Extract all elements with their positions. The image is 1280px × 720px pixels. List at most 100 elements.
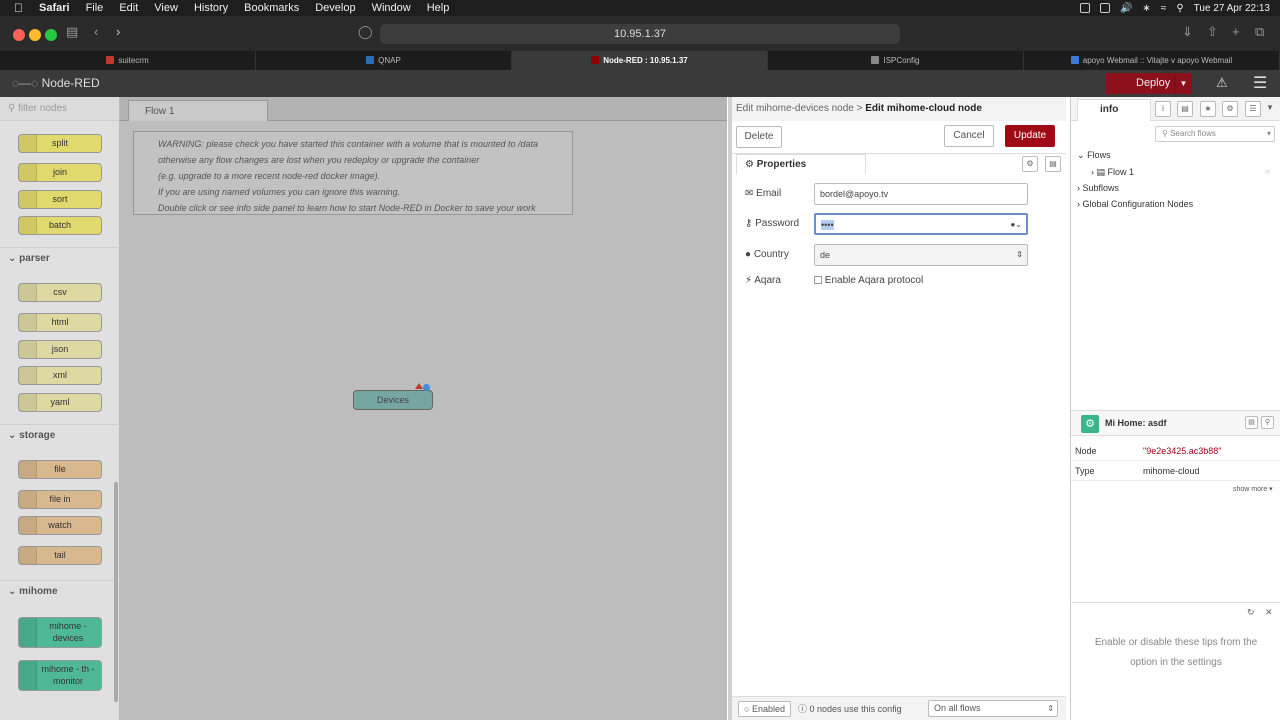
description-tab-icon[interactable]: ▤: [1045, 156, 1061, 172]
devices-node[interactable]: Devices: [353, 383, 433, 410]
node-label: Devices: [376, 395, 409, 405]
zoom-window-button[interactable]: [45, 29, 57, 41]
palette-node-xml[interactable]: xml: [18, 366, 102, 385]
bug-icon[interactable]: ★: [1200, 101, 1216, 117]
password-value: ••••: [821, 220, 834, 230]
palette-node-watch[interactable]: watch: [18, 516, 102, 535]
browser-tab-suitecrm[interactable]: suitecrm: [0, 51, 256, 70]
battery-icon[interactable]: [1099, 3, 1110, 13]
menu-history[interactable]: History: [186, 2, 236, 14]
palette-category-storage[interactable]: ⌄ storage: [0, 424, 118, 446]
bluetooth-icon[interactable]: ∗: [1142, 3, 1150, 14]
clock[interactable]: Tue 27 Apr 22:13: [1194, 3, 1270, 14]
palette-node-tail[interactable]: tail: [18, 546, 102, 565]
browser-tab-webmail[interactable]: apoyo Webmail :: Vitajte v apoyo Webmail: [1024, 51, 1280, 70]
menu-develop[interactable]: Develop: [307, 2, 363, 14]
tree-subflows[interactable]: › Subflows: [1077, 183, 1119, 193]
comment-node[interactable]: WARNING: please check you have started t…: [133, 131, 573, 215]
search-icon[interactable]: ⚲: [1176, 3, 1183, 14]
chevron-down-icon: ⌄: [8, 586, 17, 597]
forward-icon[interactable]: ›: [116, 24, 120, 39]
search-icon[interactable]: ⚲: [1261, 416, 1274, 429]
password-field[interactable]: •••• ●⌄: [814, 213, 1028, 235]
palette-node-html[interactable]: html: [18, 313, 102, 332]
palette-node-yaml[interactable]: yaml: [18, 393, 102, 412]
share-icon[interactable]: ⇧: [1207, 24, 1218, 40]
deploy-menu-icon[interactable]: ▼: [1174, 73, 1192, 94]
chevron-down-icon: ▾: [1266, 129, 1271, 138]
shield-icon[interactable]: ◯: [358, 24, 373, 40]
palette-filter-input[interactable]: ⚲ filter nodes: [0, 97, 119, 121]
password-autofill-icon[interactable]: ●⌄: [1010, 215, 1022, 235]
menu-bookmarks[interactable]: Bookmarks: [236, 2, 307, 14]
tab-info[interactable]: info: [1077, 99, 1151, 121]
tab-overview-icon[interactable]: ⧉: [1255, 24, 1264, 40]
apple-icon[interactable]: : [0, 1, 31, 15]
record-icon[interactable]: [1079, 3, 1090, 13]
browser-tab-ispconfig[interactable]: ISPConfig: [768, 51, 1024, 70]
tab-flow-1[interactable]: Flow 1: [128, 100, 268, 121]
scope-select[interactable]: On all flows ⇕: [928, 700, 1058, 717]
country-select[interactable]: de ⇕: [814, 244, 1028, 266]
minimize-window-button[interactable]: [29, 29, 41, 41]
deploy-button[interactable]: Deploy ▼: [1106, 73, 1192, 94]
gear-icon[interactable]: ⚙: [1222, 101, 1238, 117]
menu-file[interactable]: File: [78, 2, 112, 14]
copy-icon[interactable]: ▤: [1245, 416, 1258, 429]
menu-safari[interactable]: Safari: [31, 2, 78, 14]
aqara-checkbox[interactable]: [814, 276, 822, 284]
refresh-icon[interactable]: ↻: [1247, 607, 1255, 618]
delete-button[interactable]: Delete: [736, 126, 782, 148]
cancel-button[interactable]: Cancel: [944, 125, 994, 147]
wifi-icon[interactable]: ≈: [1161, 3, 1167, 14]
enabled-toggle[interactable]: ○ Enabled: [738, 701, 791, 717]
new-tab-icon[interactable]: +: [1232, 24, 1240, 39]
book-icon[interactable]: ▤: [1177, 101, 1193, 117]
palette-node-batch[interactable]: batch: [18, 216, 102, 235]
tree-global-config[interactable]: › Global Configuration Nodes: [1077, 199, 1193, 209]
tray-footer: ○ Enabled ⓘ 0 nodes use this config On a…: [732, 696, 1066, 720]
sidebar-toggle-icon[interactable]: ▤: [66, 24, 78, 40]
menu-view[interactable]: View: [146, 2, 186, 14]
palette-node-split[interactable]: split: [18, 134, 102, 153]
stack-icon[interactable]: ☰: [1245, 101, 1261, 117]
update-button[interactable]: Update: [1005, 125, 1055, 147]
palette-node-mihome-th-monitor[interactable]: mihome - th - monitor: [18, 660, 102, 691]
prop-row-node: Node "9e2e3425.ac3b88": [1071, 441, 1280, 461]
flow-workspace[interactable]: Flow 1 WARNING: please check you have st…: [120, 97, 727, 720]
tree-flows[interactable]: ⌄ Flows: [1077, 150, 1111, 161]
palette-category-mihome[interactable]: ⌄ mihome: [0, 580, 118, 602]
search-flows-input[interactable]: ⚲ Search flows ▾: [1155, 126, 1275, 142]
palette-node-file-in[interactable]: file in: [18, 490, 102, 509]
breadcrumb-parent[interactable]: Edit mihome-devices node: [736, 103, 854, 114]
address-bar[interactable]: 10.95.1.37: [380, 24, 900, 44]
palette-node-csv[interactable]: csv: [18, 283, 102, 302]
palette-node-join[interactable]: join: [18, 163, 102, 182]
close-icon[interactable]: ✕: [1265, 607, 1273, 618]
palette-category-parser[interactable]: ⌄ parser: [0, 247, 118, 269]
palette-node-sort[interactable]: sort: [18, 190, 102, 209]
settings-tab-icon[interactable]: ⚙: [1022, 156, 1038, 172]
browser-tab-qnap[interactable]: QNAP: [256, 51, 512, 70]
palette-node-file[interactable]: file: [18, 460, 102, 479]
menu-help[interactable]: Help: [419, 2, 458, 14]
status-area: 🔊 ∗ ≈ ⚲ Tue 27 Apr 22:13: [1079, 0, 1270, 16]
info-icon[interactable]: i: [1155, 101, 1171, 117]
volume-icon[interactable]: 🔊: [1120, 3, 1132, 14]
email-field[interactable]: bordel@apoyo.tv: [814, 183, 1028, 205]
show-more-link[interactable]: show more ▾: [1233, 485, 1273, 493]
close-window-button[interactable]: [13, 29, 25, 41]
menu-edit[interactable]: Edit: [111, 2, 146, 14]
chevron-down-icon[interactable]: ▼: [1266, 103, 1274, 112]
browser-tab-nodered[interactable]: Node-RED : 10.95.1.37: [512, 51, 768, 70]
palette-node-mihome-devices[interactable]: mihome - devices: [18, 617, 102, 648]
palette-node-json[interactable]: json: [18, 340, 102, 359]
warning-icon[interactable]: ⚠: [1216, 75, 1228, 91]
back-icon[interactable]: ‹: [94, 24, 98, 39]
main-menu-icon[interactable]: ☰: [1253, 73, 1267, 93]
tree-flow-1[interactable]: › ▤ Flow 1: [1091, 167, 1134, 178]
menu-window[interactable]: Window: [364, 2, 419, 14]
palette-scrollbar[interactable]: [114, 482, 118, 702]
tab-properties[interactable]: ⚙ Properties: [736, 154, 866, 175]
download-icon[interactable]: ⇓: [1182, 24, 1193, 40]
